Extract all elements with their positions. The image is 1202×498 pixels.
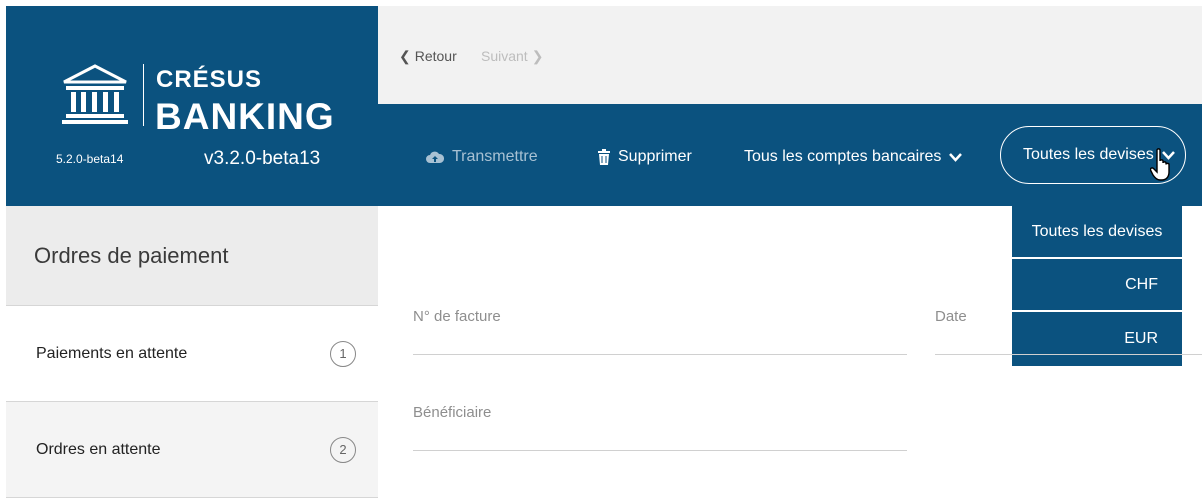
hand-cursor-icon (1150, 148, 1170, 181)
delete-label: Supprimer (618, 148, 692, 165)
invoice-number-label: N° de facture (413, 308, 501, 325)
currency-option-chf[interactable]: CHF (1012, 259, 1182, 312)
brand-name-top: CRÉSUS (156, 66, 263, 93)
invoice-number-field[interactable]: N° de facture (413, 308, 907, 355)
back-label: Retour (414, 48, 457, 64)
next-label: Suivant (481, 48, 528, 64)
accounts-label: Tous les comptes bancaires (744, 148, 942, 165)
count-badge: 2 (330, 436, 356, 463)
date-field[interactable]: Date (935, 308, 1202, 355)
transmit-label: Transmettre (452, 148, 538, 165)
transmit-button[interactable]: Transmettre (426, 148, 538, 166)
version-large: v3.2.0-beta13 (204, 148, 321, 169)
sidebar-item-label: Ordres en attente (36, 440, 161, 458)
currency-option-all[interactable]: Toutes les devises (1012, 206, 1182, 259)
cloud-upload-icon (426, 151, 444, 163)
sidebar-item-pending-payments[interactable]: Paiements en attente 1 (6, 306, 378, 402)
chevron-right-icon: ❯ (531, 48, 544, 64)
beneficiary-field[interactable]: Bénéficiaire (413, 404, 907, 451)
logo-panel: CRÉSUS BANKING 5.2.0-beta14 v3.2.0-beta1… (6, 6, 378, 206)
back-button[interactable]: ❮ Retour (395, 48, 457, 65)
delete-button[interactable]: Supprimer (598, 148, 692, 166)
logo-divider (143, 64, 144, 126)
toolbar: Transmettre Supprimer Tous les comptes b… (378, 104, 1202, 206)
trash-icon (598, 149, 610, 165)
next-button[interactable]: Suivant ❯ (481, 48, 547, 65)
beneficiary-label: Bénéficiaire (413, 404, 492, 421)
chevron-down-icon (949, 152, 963, 162)
chevron-left-icon: ❮ (399, 48, 411, 64)
count-badge: 1 (330, 340, 356, 367)
currency-label: Toutes les devises (1023, 146, 1154, 163)
bank-icon (62, 64, 128, 124)
version-small: 5.2.0-beta14 (56, 152, 124, 166)
sidebar-item-pending-orders[interactable]: Ordres en attente 2 (6, 402, 378, 498)
sidebar-title: Ordres de paiement (6, 206, 378, 306)
sidebar: Ordres de paiement Paiements en attente … (6, 206, 378, 498)
navigation-bar: ❮ Retour Suivant ❯ (378, 6, 1202, 104)
sidebar-item-label: Paiements en attente (36, 344, 188, 362)
accounts-dropdown[interactable]: Tous les comptes bancaires (744, 148, 963, 166)
date-label: Date (935, 308, 967, 325)
brand-name-bottom: BANKING (155, 96, 335, 137)
